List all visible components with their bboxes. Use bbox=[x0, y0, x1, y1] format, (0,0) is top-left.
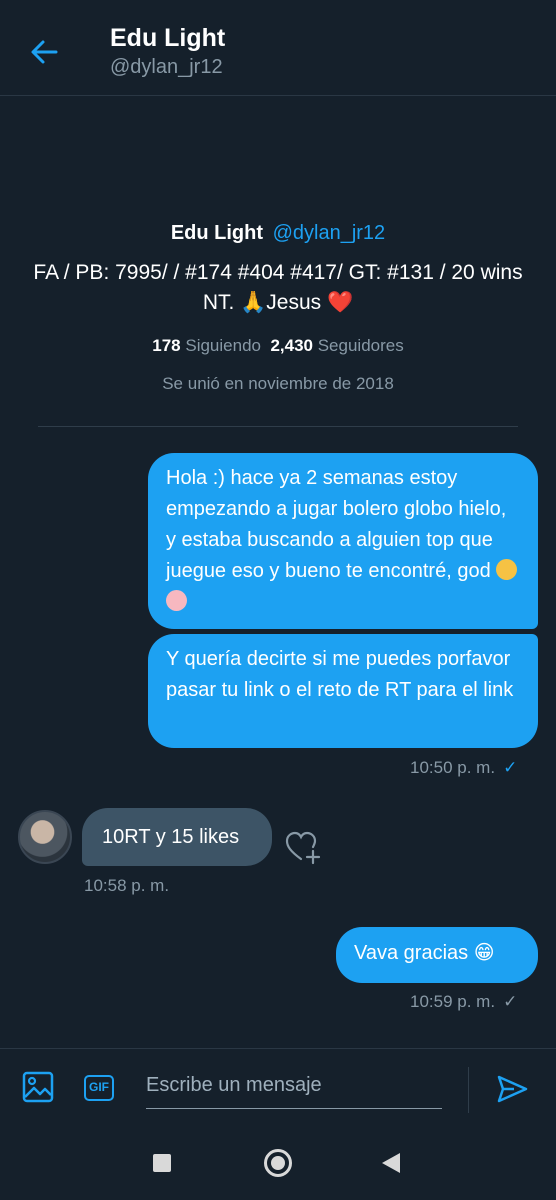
following-label: Siguiendo bbox=[185, 336, 261, 355]
profile-stats: 178 Siguiendo 2,430 Seguidores bbox=[0, 336, 556, 356]
system-nav-bar bbox=[0, 1128, 556, 1200]
read-check-icon: ✓ bbox=[503, 758, 518, 777]
image-icon[interactable] bbox=[20, 1069, 56, 1105]
profile-summary: Edu Light @dylan_jr12 FA / PB: 7995/ / #… bbox=[0, 218, 556, 394]
nav-back-icon[interactable] bbox=[382, 1153, 400, 1173]
message-bubble-outgoing[interactable]: Vava gracias 😁 bbox=[336, 927, 538, 983]
nav-home-icon[interactable] bbox=[264, 1149, 292, 1177]
followers-stat[interactable]: 2,430 Seguidores bbox=[270, 336, 403, 355]
profile-bio: FA / PB: 7995/ / #174 #404 #417/ GT: #13… bbox=[33, 261, 523, 314]
heart-plus-icon[interactable] bbox=[284, 828, 322, 866]
gif-icon[interactable]: GIF bbox=[84, 1075, 114, 1101]
profile-joined-date: Se unió en noviembre de 2018 bbox=[162, 374, 394, 393]
followers-count: 2,430 bbox=[270, 336, 313, 355]
message-timestamp: 10:58 p. m. bbox=[84, 876, 170, 895]
following-stat[interactable]: 178 Siguiendo bbox=[152, 336, 261, 355]
timestamp-text: 10:50 p. m. bbox=[410, 758, 496, 777]
profile-name-row: Edu Light @dylan_jr12 bbox=[0, 218, 556, 248]
profile-divider bbox=[38, 426, 518, 427]
profile-handle[interactable]: @dylan_jr12 bbox=[273, 222, 386, 244]
message-bubble-outgoing[interactable]: Y quería decirte si me puedes porfavor p… bbox=[148, 634, 538, 748]
nav-recents-icon[interactable] bbox=[153, 1154, 171, 1172]
message-input[interactable] bbox=[146, 1063, 442, 1109]
followers-label: Seguidores bbox=[317, 336, 404, 355]
profile-name[interactable]: Edu Light bbox=[171, 222, 263, 244]
message-timestamp: 10:59 p. m. ✓ bbox=[410, 992, 517, 1012]
message-text: Hola :) hace ya 2 semanas estoy empezand… bbox=[166, 467, 507, 582]
header-name[interactable]: Edu Light bbox=[110, 24, 225, 53]
back-arrow-icon[interactable] bbox=[26, 34, 62, 70]
flushed-face-emoji-icon bbox=[166, 590, 187, 611]
message-bubble-outgoing[interactable]: Hola :) hace ya 2 semanas estoy empezand… bbox=[148, 453, 538, 629]
header-handle[interactable]: @dylan_jr12 bbox=[110, 56, 223, 79]
message-bubble-incoming[interactable]: 10RT y 15 likes bbox=[82, 808, 272, 866]
following-count: 178 bbox=[152, 336, 181, 355]
conversation-header: Edu Light @dylan_jr12 bbox=[0, 0, 556, 96]
message-composer: GIF bbox=[0, 1048, 556, 1128]
sent-check-icon: ✓ bbox=[503, 992, 518, 1011]
rolling-eyes-emoji-icon bbox=[496, 559, 518, 580]
message-text: Y quería decirte si me puedes porfavor p… bbox=[166, 648, 514, 701]
message-timestamp: 10:50 p. m. ✓ bbox=[410, 758, 517, 778]
composer-divider bbox=[468, 1067, 469, 1113]
avatar[interactable] bbox=[18, 810, 72, 864]
dm-conversation-screen: Edu Light @dylan_jr12 Edu Light @dylan_j… bbox=[0, 0, 556, 1200]
timestamp-text: 10:59 p. m. bbox=[410, 992, 496, 1011]
send-icon[interactable] bbox=[494, 1071, 530, 1107]
